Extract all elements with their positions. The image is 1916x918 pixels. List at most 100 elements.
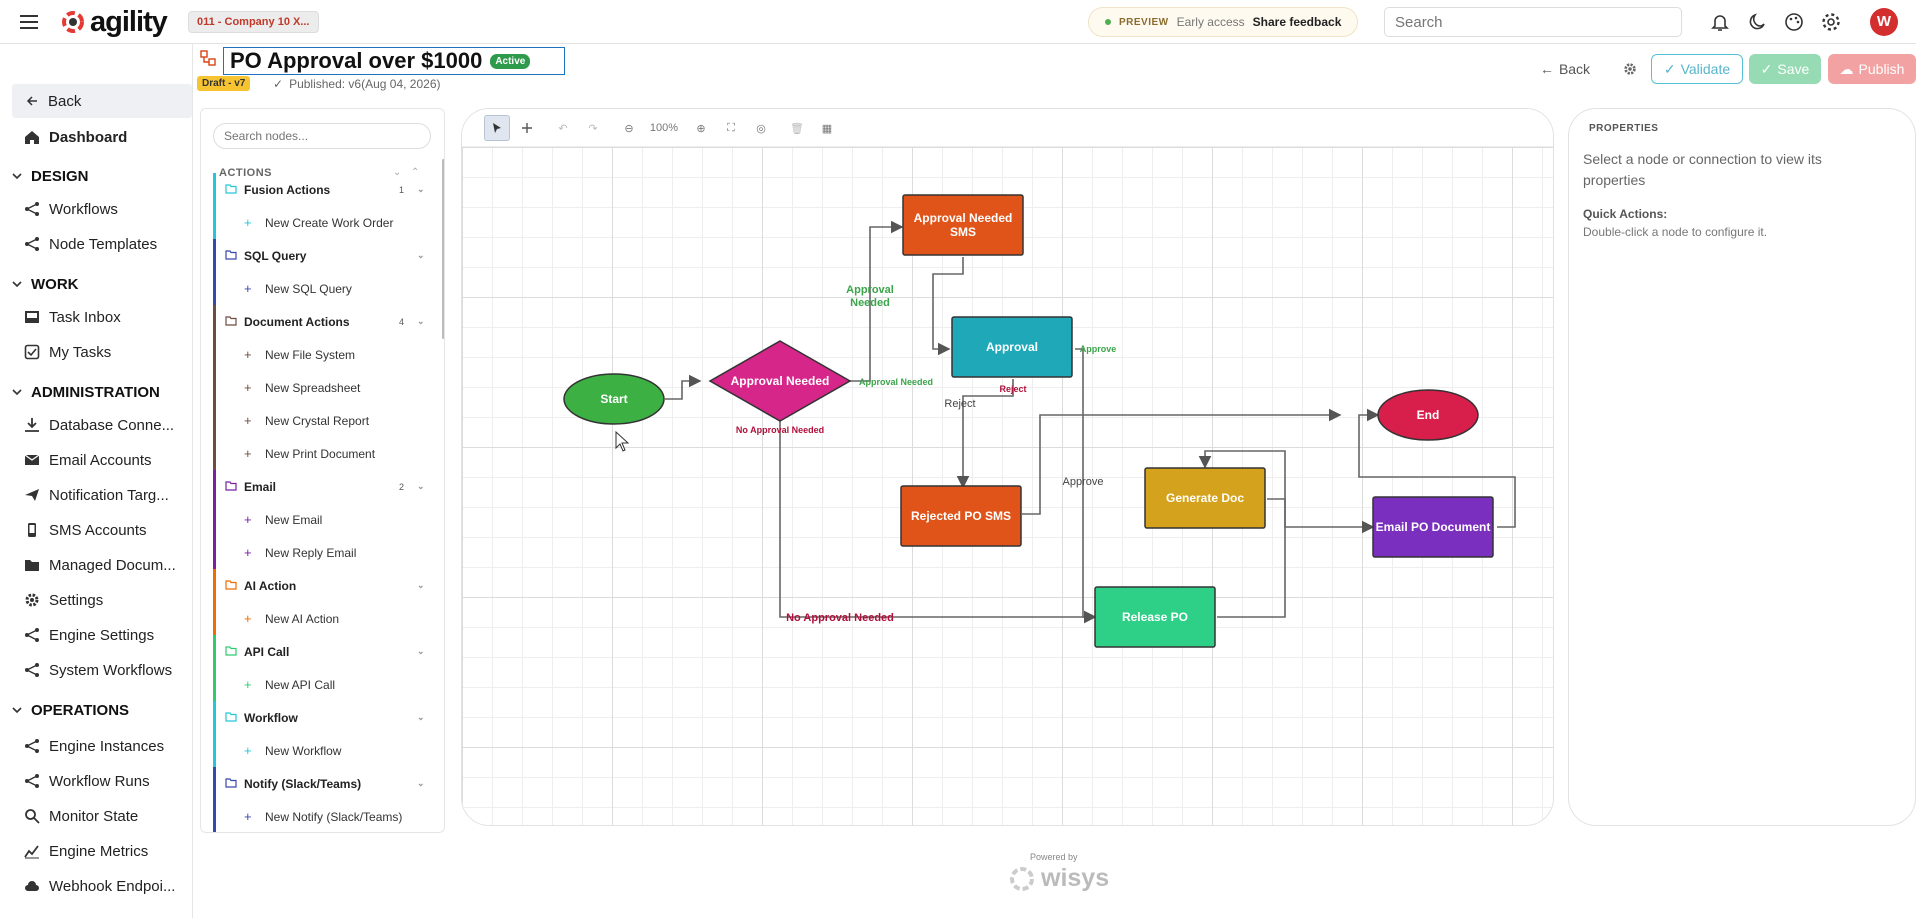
section-operations[interactable]: OPERATIONS xyxy=(12,697,129,723)
section-design[interactable]: DESIGN xyxy=(12,163,89,189)
node-approval[interactable]: Approval xyxy=(951,316,1073,378)
node-rejected-po-sms[interactable]: Rejected PO SMS xyxy=(900,485,1022,547)
palette-node-item[interactable]: + New Notify (Slack/Teams) xyxy=(213,800,435,832)
node-approval-needed-decision[interactable]: Approval Needed xyxy=(708,340,852,422)
section-work[interactable]: WORK xyxy=(12,271,79,297)
palette-group-label: SQL Query xyxy=(244,248,307,263)
palette-node-item[interactable]: + New Reply Email xyxy=(213,536,435,569)
app-logo[interactable]: agility xyxy=(60,6,168,38)
global-search-input[interactable] xyxy=(1384,7,1682,37)
sidebar-item-task-inbox[interactable]: Task Inbox xyxy=(24,302,192,332)
edge-approval-to-rejected[interactable] xyxy=(956,379,1014,489)
node-start-label: Start xyxy=(600,392,627,406)
palette-group[interactable]: Workflow ⌄ xyxy=(213,701,435,734)
sidebar-item-label: Node Templates xyxy=(49,235,158,253)
sidebar-item-engine-metrics[interactable]: Engine Metrics xyxy=(24,836,192,866)
user-avatar[interactable]: W xyxy=(1870,8,1898,36)
sidebar-back-button[interactable]: Back xyxy=(12,84,192,118)
palette-group[interactable]: API Call ⌄ xyxy=(213,635,435,668)
node-search-input[interactable] xyxy=(213,123,431,149)
group-icon xyxy=(225,646,237,656)
sidebar-item-managed-documents[interactable]: Managed Docum... xyxy=(24,550,192,580)
sidebar-item-system-workflows[interactable]: System Workflows xyxy=(24,655,192,685)
node-email-po-document-label: Email PO Document xyxy=(1376,520,1491,534)
title-edit-box[interactable]: PO Approval over $1000 Active xyxy=(223,47,565,75)
sidebar-item-email-accounts[interactable]: Email Accounts xyxy=(24,445,192,475)
chevron-down-icon[interactable]: ⌄ xyxy=(417,184,425,195)
node-email-po-document[interactable]: Email PO Document xyxy=(1372,496,1494,558)
sidebar-item-workflows[interactable]: Workflows xyxy=(24,194,192,224)
section-administration[interactable]: ADMINISTRATION xyxy=(12,379,160,405)
node-approval-needed-sms[interactable]: Approval NeededSMS xyxy=(902,194,1024,256)
mouse-cursor-icon xyxy=(615,430,630,452)
sidebar-item-engine-settings[interactable]: Engine Settings xyxy=(24,620,192,650)
palette-node-item[interactable]: + New Print Document xyxy=(213,437,435,470)
chevron-down-icon[interactable]: ⌄ xyxy=(417,316,425,327)
publish-button[interactable]: ☁ Publish xyxy=(1828,54,1916,84)
validate-label: Validate xyxy=(1680,61,1731,77)
validate-button[interactable]: ✓ Validate xyxy=(1651,54,1743,84)
sidebar-item-sms-accounts[interactable]: SMS Accounts xyxy=(24,515,192,545)
palette-group[interactable]: Notify (Slack/Teams) ⌄ xyxy=(213,767,435,800)
edge-generate-to-email[interactable] xyxy=(1267,498,1375,534)
chevron-down-icon[interactable]: ⌄ xyxy=(417,580,425,591)
nodes: Start Approval Needed Approval NeededSMS Ap… xyxy=(563,194,1494,648)
wisys-logo-text: wisys xyxy=(1041,864,1110,892)
phone-icon xyxy=(28,523,36,537)
palette-group[interactable]: Fusion Actions 1 ⌄ xyxy=(213,173,435,206)
save-button[interactable]: ✓ Save xyxy=(1749,54,1821,84)
palette-node-item[interactable]: + New Crystal Report xyxy=(213,404,435,437)
edge-start-to-decision[interactable] xyxy=(665,374,702,400)
palette-group[interactable]: SQL Query ⌄ xyxy=(213,239,435,272)
node-release-po[interactable]: Release PO xyxy=(1094,586,1216,648)
settings-gear-icon[interactable] xyxy=(1820,11,1842,33)
palette-node-item[interactable]: + New SQL Query xyxy=(213,272,435,305)
sidebar-item-label: Email Accounts xyxy=(49,451,152,469)
palette-node-item[interactable]: + New Spreadsheet xyxy=(213,371,435,404)
moon-icon[interactable] xyxy=(1746,11,1768,33)
palette-node-item[interactable]: + New Create Work Order xyxy=(213,206,435,239)
company-selector[interactable]: 011 - Company 10 X... xyxy=(188,11,319,33)
sidebar-item-settings[interactable]: Settings xyxy=(24,585,192,615)
palette-group[interactable]: Email 2 ⌄ xyxy=(213,470,435,503)
chevron-down-icon[interactable]: ⌄ xyxy=(417,712,425,723)
palette-node-item[interactable]: + New API Call xyxy=(213,668,435,701)
sidebar-item-node-templates[interactable]: Node Templates xyxy=(24,229,192,259)
sidebar-item-notification-targets[interactable]: Notification Targ... xyxy=(24,480,192,510)
sidebar-item-engine-instances[interactable]: Engine Instances xyxy=(24,731,192,761)
workflow-settings-button[interactable] xyxy=(1619,54,1641,84)
palette-group[interactable]: AI Action ⌄ xyxy=(213,569,435,602)
palette-node-item[interactable]: + New AI Action xyxy=(213,602,435,635)
node-start[interactable]: Start xyxy=(563,373,665,425)
edge-label-reject-main: Reject xyxy=(944,398,975,410)
menu-icon[interactable] xyxy=(18,11,40,33)
workflow-canvas[interactable]: ↶ ↷ ⊖ 100% ⊕ ⛶ ◎ 🗑 ▦ Start Approval Neede… xyxy=(461,108,1554,826)
section-label: OPERATIONS xyxy=(31,701,130,719)
chevron-down-icon[interactable]: ⌄ xyxy=(417,646,425,657)
chevron-down-icon[interactable]: ⌄ xyxy=(417,250,425,261)
sidebar-item-dashboard[interactable]: Dashboard xyxy=(24,122,192,152)
palette-node-item[interactable]: + New Workflow xyxy=(213,734,435,767)
sidebar-item-my-tasks[interactable]: My Tasks xyxy=(24,337,192,367)
sidebar-item-database-connections[interactable]: Database Conne... xyxy=(24,410,192,440)
sidebar-item-webhook-endpoints[interactable]: Webhook Endpoi... xyxy=(24,871,192,901)
page-title[interactable]: PO Approval over $1000 xyxy=(230,48,482,74)
back-label: Back xyxy=(1558,61,1591,77)
chevron-down-icon[interactable]: ⌄ xyxy=(417,778,425,789)
sidebar-back-label: Back xyxy=(48,92,82,110)
chevron-down-icon[interactable]: ⌄ xyxy=(417,481,425,492)
chevron-down-icon xyxy=(12,281,22,288)
palette-group[interactable]: Document Actions 4 ⌄ xyxy=(213,305,435,338)
sidebar-item-workflow-runs[interactable]: Workflow Runs xyxy=(24,766,192,796)
back-button[interactable]: ← Back xyxy=(1535,54,1595,84)
sidebar-item-monitor-state[interactable]: Monitor State xyxy=(24,801,192,831)
palette-node-item[interactable]: + New File System xyxy=(213,338,435,371)
share-feedback-link[interactable]: Share feedback xyxy=(1253,15,1342,29)
palette-scrollbar[interactable] xyxy=(442,159,444,339)
node-end[interactable]: End xyxy=(1377,389,1479,441)
palette-group-accent xyxy=(213,701,216,767)
palette-node-item[interactable]: + New Email xyxy=(213,503,435,536)
palette-icon[interactable] xyxy=(1783,11,1805,33)
node-generate-doc[interactable]: Generate Doc xyxy=(1144,467,1266,529)
bell-icon[interactable] xyxy=(1709,11,1731,33)
